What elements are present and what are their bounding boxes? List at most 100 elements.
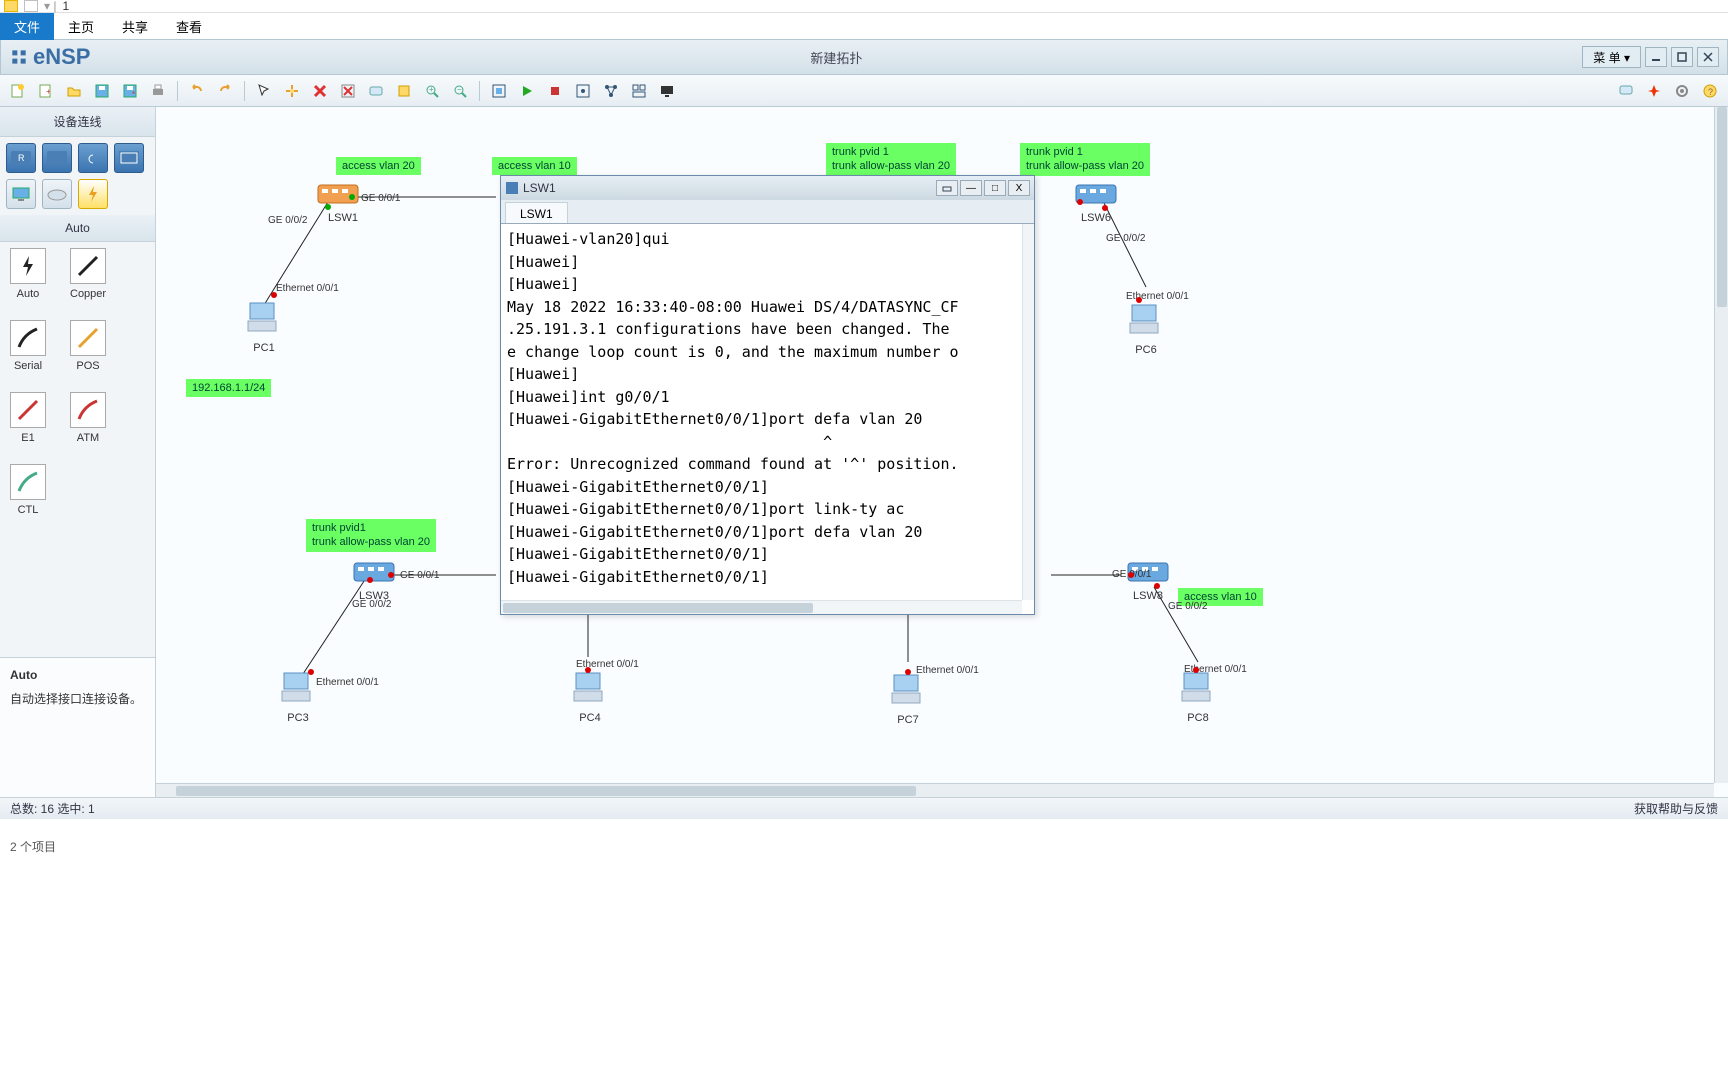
topo-icon[interactable] bbox=[599, 79, 623, 103]
status-left: 总数: 16 选中: 1 bbox=[10, 800, 95, 817]
annotation[interactable]: trunk pvid 1 trunk allow-pass vlan 20 bbox=[1020, 143, 1150, 176]
terminal-window[interactable]: LSW1 — □ X LSW1 [Huawei-vlan20]qui [Huaw… bbox=[500, 175, 1035, 615]
start-icon[interactable] bbox=[515, 79, 539, 103]
annotation[interactable]: access vlan 10 bbox=[492, 157, 577, 175]
terminal-titlebar[interactable]: LSW1 — □ X bbox=[501, 176, 1034, 200]
pointer-icon[interactable] bbox=[252, 79, 276, 103]
node-pc3[interactable]: PC3 bbox=[278, 667, 318, 724]
node-pc1[interactable]: PC1 bbox=[244, 297, 284, 354]
tab-file[interactable]: 文件 bbox=[0, 13, 54, 40]
terminal-close-button[interactable]: X bbox=[1008, 180, 1030, 196]
separator: ▾ | bbox=[44, 0, 56, 13]
annotation[interactable]: trunk pvid1 trunk allow-pass vlan 20 bbox=[306, 519, 436, 552]
layout-icon[interactable] bbox=[627, 79, 651, 103]
zoomin-icon[interactable]: + bbox=[420, 79, 444, 103]
print-icon[interactable] bbox=[146, 79, 170, 103]
node-label: PC7 bbox=[888, 714, 928, 726]
device-router[interactable]: R bbox=[6, 143, 36, 173]
close-button[interactable] bbox=[1697, 47, 1719, 67]
desc-body: 自动选择接口连接设备。 bbox=[10, 690, 145, 707]
canvas-v-scrollbar[interactable] bbox=[1714, 107, 1728, 783]
node-pc4[interactable]: PC4 bbox=[570, 667, 610, 724]
link-dot bbox=[308, 669, 314, 675]
delete-all-icon[interactable] bbox=[336, 79, 360, 103]
rect-icon[interactable] bbox=[392, 79, 416, 103]
node-label: PC4 bbox=[570, 712, 610, 724]
saveas-icon[interactable]: * bbox=[118, 79, 142, 103]
terminal-icon bbox=[505, 181, 519, 195]
doc-icon bbox=[24, 0, 38, 12]
link-dot bbox=[1077, 199, 1083, 205]
link-dot bbox=[325, 204, 331, 210]
screen-icon[interactable] bbox=[655, 79, 679, 103]
link-dot bbox=[1136, 297, 1142, 303]
terminal-tabs: LSW1 bbox=[501, 200, 1034, 224]
port-label: Ethernet 0/0/1 bbox=[316, 677, 379, 688]
node-pc6[interactable]: PC6 bbox=[1126, 299, 1166, 356]
new-icon[interactable] bbox=[6, 79, 30, 103]
help-icon[interactable]: ? bbox=[1698, 79, 1722, 103]
node-label: PC8 bbox=[1178, 712, 1218, 724]
tab-view[interactable]: 查看 bbox=[162, 13, 216, 40]
node-label: PC6 bbox=[1126, 344, 1166, 356]
svg-text:−: − bbox=[457, 85, 462, 94]
conn-atm[interactable]: ATM bbox=[70, 392, 106, 444]
device-firewall[interactable] bbox=[114, 143, 144, 173]
terminal-output[interactable]: [Huawei-vlan20]qui [Huawei] [Huawei] May… bbox=[501, 224, 1034, 614]
node-pc7[interactable]: PC7 bbox=[888, 669, 928, 726]
conn-pos[interactable]: POS bbox=[70, 320, 106, 372]
capture-icon[interactable] bbox=[571, 79, 595, 103]
conn-e1[interactable]: E1 bbox=[10, 392, 46, 444]
node-lsw1[interactable]: LSW1 bbox=[316, 179, 360, 224]
node-pc8[interactable]: PC8 bbox=[1178, 667, 1218, 724]
minimize-button[interactable] bbox=[1645, 47, 1667, 67]
conn-ctl[interactable]: CTL bbox=[10, 464, 46, 516]
topology-canvas[interactable]: access vlan 20 access vlan 10 trunk pvid… bbox=[156, 107, 1714, 783]
node-lsw3[interactable]: LSW3 bbox=[352, 557, 396, 602]
menu-button[interactable]: 菜 单 ▾ bbox=[1582, 46, 1641, 68]
text-icon[interactable] bbox=[364, 79, 388, 103]
terminal-v-scrollbar[interactable] bbox=[1022, 224, 1034, 600]
device-wlan[interactable] bbox=[78, 143, 108, 173]
annotation[interactable]: trunk pvid 1 trunk allow-pass vlan 20 bbox=[826, 143, 956, 176]
node-label: LSW6 bbox=[1074, 212, 1118, 224]
device-switch[interactable] bbox=[42, 143, 72, 173]
port-label: GE 0/0/2 bbox=[352, 599, 391, 610]
link-dot bbox=[271, 292, 277, 298]
stop-icon[interactable] bbox=[543, 79, 567, 103]
explorer-status: 2 个项目 bbox=[0, 819, 1728, 863]
explorer-item-count: 2 个项目 bbox=[10, 838, 56, 855]
conn-auto[interactable]: Auto bbox=[10, 248, 46, 300]
new-topo-icon[interactable]: + bbox=[34, 79, 58, 103]
device-pc[interactable] bbox=[6, 179, 36, 209]
status-feedback-link[interactable]: 获取帮助与反馈 bbox=[1634, 800, 1718, 817]
undo-icon[interactable] bbox=[185, 79, 209, 103]
annotation[interactable]: 192.168.1.1/24 bbox=[186, 379, 271, 397]
device-cloud[interactable] bbox=[42, 179, 72, 209]
delete-icon[interactable] bbox=[308, 79, 332, 103]
device-link[interactable] bbox=[78, 179, 108, 209]
zoomout-icon[interactable]: − bbox=[448, 79, 472, 103]
gear-icon[interactable] bbox=[1670, 79, 1694, 103]
pan-icon[interactable] bbox=[280, 79, 304, 103]
link-dot bbox=[388, 572, 394, 578]
conn-copper[interactable]: Copper bbox=[70, 248, 106, 300]
huawei-icon[interactable] bbox=[1642, 79, 1666, 103]
annotation[interactable]: access vlan 20 bbox=[336, 157, 421, 175]
canvas-h-scrollbar[interactable] bbox=[156, 783, 1714, 797]
redo-icon[interactable] bbox=[213, 79, 237, 103]
terminal-dock-button[interactable] bbox=[936, 180, 958, 196]
tab-share[interactable]: 共享 bbox=[108, 13, 162, 40]
terminal-maximize-button[interactable]: □ bbox=[984, 180, 1006, 196]
chat-icon[interactable] bbox=[1614, 79, 1638, 103]
terminal-minimize-button[interactable]: — bbox=[960, 180, 982, 196]
open-icon[interactable] bbox=[62, 79, 86, 103]
svg-text:?: ? bbox=[1708, 87, 1713, 97]
conn-serial[interactable]: Serial bbox=[10, 320, 46, 372]
save-icon[interactable] bbox=[90, 79, 114, 103]
maximize-button[interactable] bbox=[1671, 47, 1693, 67]
fit-icon[interactable] bbox=[487, 79, 511, 103]
terminal-tab[interactable]: LSW1 bbox=[505, 202, 568, 223]
terminal-h-scrollbar[interactable] bbox=[501, 600, 1022, 614]
tab-home[interactable]: 主页 bbox=[54, 13, 108, 40]
